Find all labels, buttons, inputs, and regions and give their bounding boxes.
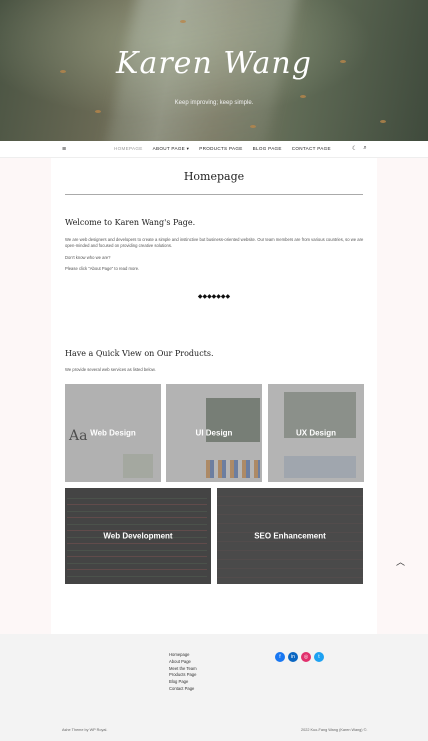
social-links: f in ◎ t [275,652,324,662]
products-paragraph: We provide several web services as liste… [65,367,156,372]
footer-link-blog[interactable]: Blog Page [169,679,197,685]
product-tile-web-design[interactable]: Aa Web Design [65,384,161,482]
nav-item-contact[interactable]: CONTACT PAGE [292,146,331,152]
welcome-paragraph: We are web designers and developers to c… [65,237,364,248]
menu-icon[interactable]: ≡ [62,146,66,153]
site-title[interactable]: Karen Wang [0,46,428,81]
dont-know-text: Don't know who we are? [65,255,111,260]
copyright: 2022 Kuo-Fang Wang (Karen Wang) ©. [301,728,368,732]
product-tile-ux-design[interactable]: UX Design [268,384,364,482]
instagram-icon[interactable]: ◎ [301,652,311,662]
page-title: Homepage [183,170,245,183]
linkedin-icon[interactable]: in [288,652,298,662]
nav-item-blog[interactable]: BLOG PAGE [253,146,282,152]
product-tile-web-development[interactable]: Web Development [65,488,211,584]
footer-links: Homepage About Page Meet the Team Produc… [169,652,197,692]
welcome-heading: Welcome to Karen Wang's Page. [65,218,196,227]
twitter-icon[interactable]: t [314,652,324,662]
title-divider [65,194,363,195]
nav-tools: ☾ ⌕ [352,145,367,152]
facebook-icon[interactable]: f [275,652,285,662]
scroll-to-top-button[interactable]: ︿ [396,555,405,568]
site-tagline: Keep improving; keep simple. [174,100,254,106]
nav-items: HOMEPAGE ABOUT PAGE ▾ PRODUCTS PAGE BLOG… [114,146,331,152]
product-label: Web Development [103,531,173,541]
diamond-divider: ◆◆◆◆◆◆◆ [197,294,231,300]
footer-link-about[interactable]: About Page [169,659,197,665]
content-card: Homepage Welcome to Karen Wang's Page. W… [51,158,377,634]
product-label: UI Design [195,428,233,438]
footer-link-products[interactable]: Products Page [169,672,197,678]
product-label: Web Design [90,428,136,438]
footer-link-team[interactable]: Meet the Team [169,666,197,672]
nav-item-products[interactable]: PRODUCTS PAGE [199,146,242,152]
product-label: UX Design [295,428,336,438]
main-navigation: ≡ HOMEPAGE ABOUT PAGE ▾ PRODUCTS PAGE BL… [0,141,428,158]
dark-mode-icon[interactable]: ☾ [352,145,357,152]
product-label: SEO Enhancement [254,531,326,541]
site-footer: Homepage About Page Meet the Team Produc… [0,634,428,741]
footer-link-homepage[interactable]: Homepage [169,652,197,658]
footer-link-contact[interactable]: Contact Page [169,686,197,692]
products-heading: Have a Quick View on Our Products. [65,349,214,358]
product-tile-ui-design[interactable]: UI Design [166,384,262,482]
hero-banner: Karen Wang Keep improving; keep simple. [0,0,428,141]
theme-credit[interactable]: Ashe Theme by WP Royal. [62,728,107,732]
search-icon[interactable]: ⌕ [363,145,366,152]
nav-item-homepage[interactable]: HOMEPAGE [114,146,143,152]
product-tile-seo-enhancement[interactable]: SEO Enhancement [217,488,363,584]
nav-item-about[interactable]: ABOUT PAGE ▾ [153,146,190,152]
click-about-text: Please click "About Page" to read more. [65,266,140,271]
